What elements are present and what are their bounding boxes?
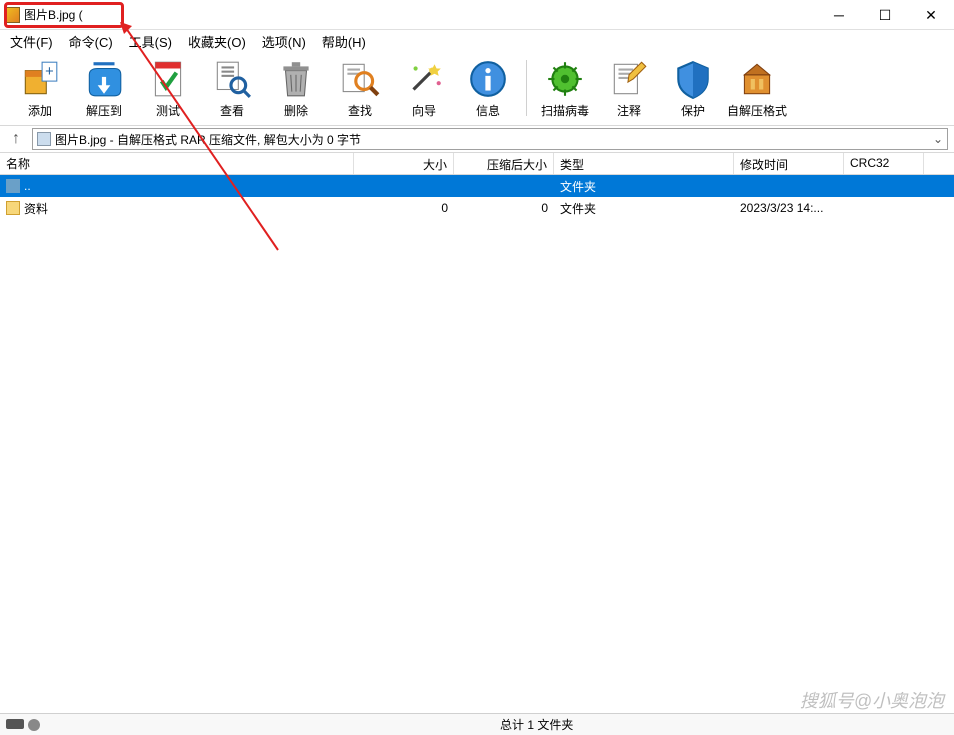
tool-info[interactable]: 信息 <box>456 56 520 121</box>
path-combobox[interactable]: 图片B.jpg - 自解压格式 RAR 压缩文件, 解包大小为 0 字节 ⌄ <box>32 128 948 150</box>
tool-view[interactable]: 查看 <box>200 56 264 121</box>
tool-label: 解压到 <box>86 102 122 119</box>
path-text: 图片B.jpg - 自解压格式 RAR 压缩文件, 解包大小为 0 字节 <box>55 131 361 148</box>
tool-comment[interactable]: 注释 <box>597 56 661 121</box>
cell-crc <box>844 206 924 210</box>
add-icon: + <box>19 58 61 100</box>
tool-label: 保护 <box>681 102 705 119</box>
menu-2[interactable]: 工具(S) <box>121 30 180 53</box>
col-packed[interactable]: 压缩后大小 <box>454 153 554 174</box>
cell-packed: 0 <box>454 199 554 217</box>
cell-name: .. <box>0 177 354 195</box>
cell-type: 文件夹 <box>554 176 734 197</box>
col-crc[interactable]: CRC32 <box>844 153 924 174</box>
menu-4[interactable]: 选项(N) <box>254 30 314 53</box>
close-button[interactable]: ✕ <box>908 0 954 30</box>
tray-icons <box>6 719 40 731</box>
cell-modified: 2023/3/23 14:... <box>734 199 844 217</box>
cell-type: 文件夹 <box>554 198 734 219</box>
delete-icon <box>275 58 317 100</box>
statusbar: 总计 1 文件夹 <box>0 713 954 735</box>
menubar: 文件(F)命令(C)工具(S)收藏夹(O)选项(N)帮助(H) <box>0 30 954 52</box>
tool-label: 扫描病毒 <box>541 102 589 119</box>
titlebar: 图片B.jpg ( ─ ☐ ✕ <box>0 0 954 30</box>
wizard-icon <box>403 58 445 100</box>
tool-label: 注释 <box>617 102 641 119</box>
find-icon <box>339 58 381 100</box>
table-row[interactable]: .. 文件夹 <box>0 175 954 197</box>
tool-protect[interactable]: 保护 <box>661 56 725 121</box>
tool-label: 查看 <box>220 102 244 119</box>
menu-1[interactable]: 命令(C) <box>61 30 121 53</box>
tool-label: 添加 <box>28 102 52 119</box>
svg-text:+: + <box>45 64 54 80</box>
tool-delete[interactable]: 删除 <box>264 56 328 121</box>
view-icon <box>211 58 253 100</box>
tool-test[interactable]: 测试 <box>136 56 200 121</box>
sfx-icon <box>736 58 778 100</box>
col-name[interactable]: 名称 <box>0 153 354 174</box>
file-icon <box>37 132 51 146</box>
tool-label: 测试 <box>156 102 180 119</box>
status-center: 总计 1 文件夹 <box>500 716 954 733</box>
file-list[interactable]: ..文件夹资料00文件夹2023/3/23 14:... <box>0 175 954 635</box>
minimize-button[interactable]: ─ <box>816 0 862 30</box>
extract-icon <box>83 58 125 100</box>
menu-0[interactable]: 文件(F) <box>2 30 61 53</box>
tool-sfx[interactable]: 自解压格式 <box>725 56 789 121</box>
pathbar: ↑ 图片B.jpg - 自解压格式 RAR 压缩文件, 解包大小为 0 字节 ⌄ <box>0 126 954 153</box>
window-title: 图片B.jpg ( <box>24 6 83 23</box>
comment-icon <box>608 58 650 100</box>
col-type[interactable]: 类型 <box>554 153 734 174</box>
table-row[interactable]: 资料00文件夹2023/3/23 14:... <box>0 197 954 219</box>
protect-icon <box>672 58 714 100</box>
separator <box>526 60 527 116</box>
cell-size: 0 <box>354 199 454 217</box>
test-icon <box>147 58 189 100</box>
tool-label: 自解压格式 <box>727 102 787 119</box>
tool-find[interactable]: 查找 <box>328 56 392 121</box>
virus-icon <box>544 58 586 100</box>
chevron-down-icon: ⌄ <box>933 132 943 146</box>
menu-3[interactable]: 收藏夹(O) <box>180 30 254 53</box>
col-size[interactable]: 大小 <box>354 153 454 174</box>
updir-icon <box>6 179 20 193</box>
up-button[interactable]: ↑ <box>6 129 26 149</box>
tool-label: 查找 <box>348 102 372 119</box>
cell-size <box>354 184 454 188</box>
cell-modified <box>734 184 844 188</box>
cell-packed <box>454 184 554 188</box>
folder-icon <box>6 201 20 215</box>
column-headers: 名称 大小 压缩后大小 类型 修改时间 CRC32 <box>0 153 954 175</box>
tool-label: 信息 <box>476 102 500 119</box>
app-icon <box>4 7 20 23</box>
maximize-button[interactable]: ☐ <box>862 0 908 30</box>
tool-label: 向导 <box>412 102 436 119</box>
tool-extract[interactable]: 解压到 <box>72 56 136 121</box>
tool-virus[interactable]: 扫描病毒 <box>533 56 597 121</box>
tool-add[interactable]: + 添加 <box>8 56 72 121</box>
col-modified[interactable]: 修改时间 <box>734 153 844 174</box>
tool-label: 删除 <box>284 102 308 119</box>
cell-name: 资料 <box>0 198 354 219</box>
menu-5[interactable]: 帮助(H) <box>314 30 374 53</box>
info-icon <box>467 58 509 100</box>
tool-wizard[interactable]: 向导 <box>392 56 456 121</box>
watermark: 搜狐号@小奥泡泡 <box>800 687 944 713</box>
toolbar: + 添加 解压到 测试 查看 删除 查找 向导 信息 扫描病毒 注释 保护 自解压格式 <box>0 52 954 126</box>
cell-crc <box>844 184 924 188</box>
